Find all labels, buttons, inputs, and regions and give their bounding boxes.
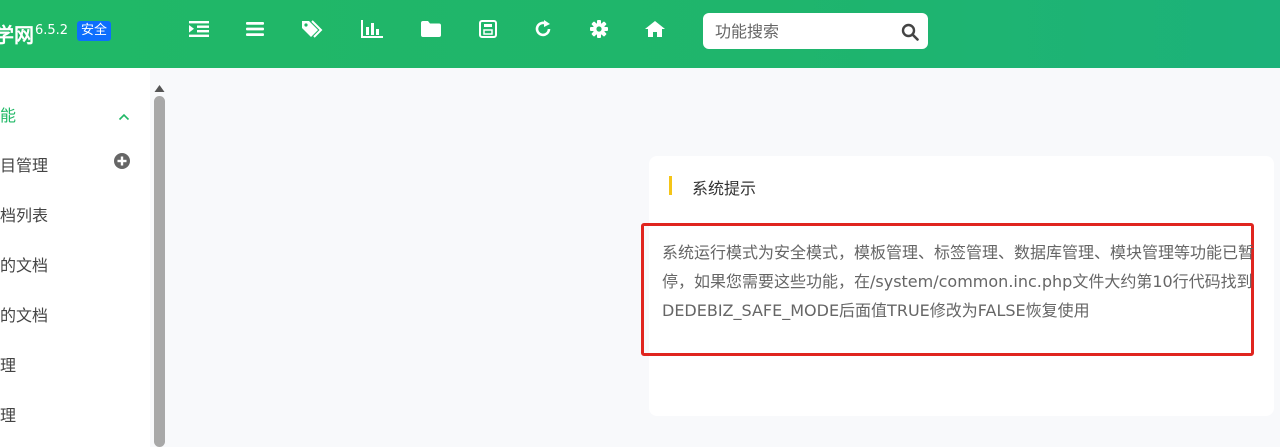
- save-icon[interactable]: [477, 18, 499, 40]
- brand-logo[interactable]: 学网: [0, 19, 34, 48]
- card-title: 系统提示: [692, 179, 757, 198]
- sidebar-section-title[interactable]: 能: [0, 102, 16, 126]
- version-label: 6.5.2: [35, 23, 69, 38]
- sidebar-item-manage-a[interactable]: 管理: [0, 352, 16, 376]
- system-notice-card: 系统提示 系统运行模式为安全模式，模板管理、标签管理、数据库管理、模块管理等功能…: [641, 156, 1274, 416]
- sidebar-scrollbar[interactable]: [154, 96, 165, 447]
- bar-chart-icon[interactable]: [361, 18, 383, 40]
- sidebar-item-my-docs[interactable]: 我的文档: [0, 252, 48, 276]
- refresh-icon[interactable]: [532, 18, 554, 40]
- chevron-up-icon[interactable]: [118, 106, 130, 125]
- add-column-icon[interactable]: [114, 153, 130, 173]
- scroll-up-arrow-icon[interactable]: [154, 78, 165, 97]
- search-icon[interactable]: [901, 23, 919, 45]
- top-header: 学网 6.5.2 安全: [0, 0, 1280, 68]
- sidebar-item-doc-list[interactable]: 文档列表: [0, 202, 48, 226]
- notice-message: 系统运行模式为安全模式，模板管理、标签管理、数据库管理、模块管理等功能已暂停，如…: [662, 243, 1255, 320]
- menu-lines-icon[interactable]: [244, 18, 266, 40]
- highlighted-notice: 系统运行模式为安全模式，模板管理、标签管理、数据库管理、模块管理等功能已暂停，如…: [641, 223, 1254, 356]
- tags-icon[interactable]: [302, 18, 324, 40]
- search-input[interactable]: [715, 13, 895, 49]
- indent-icon[interactable]: [188, 18, 210, 40]
- sidebar-item-review-docs[interactable]: 审的文档: [0, 302, 48, 326]
- sidebar-item-column-manage[interactable]: 栏目管理: [0, 152, 48, 176]
- home-icon[interactable]: [644, 18, 666, 40]
- title-accent-bar: [669, 176, 672, 195]
- sidebar-item-manage-b[interactable]: 管理: [0, 402, 16, 426]
- search-box: [703, 13, 928, 49]
- folder-icon[interactable]: [420, 18, 442, 40]
- gear-icon[interactable]: [588, 18, 610, 40]
- mode-badge: 安全: [77, 21, 112, 41]
